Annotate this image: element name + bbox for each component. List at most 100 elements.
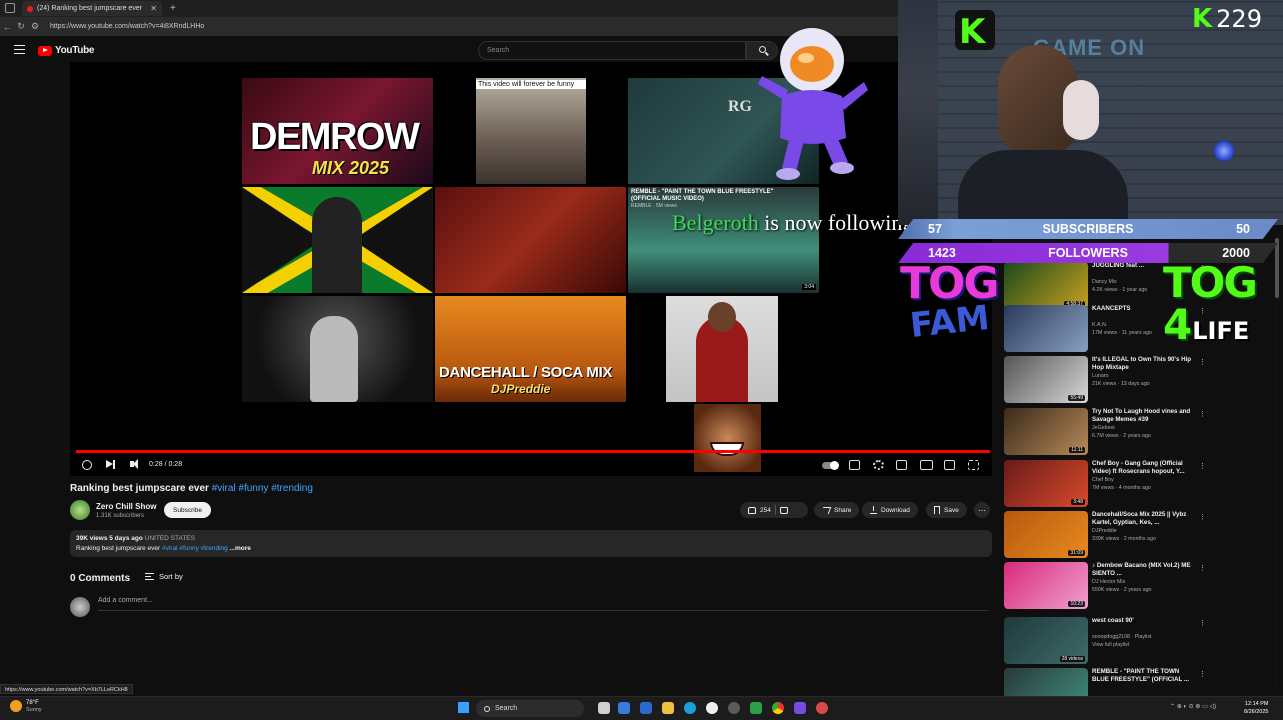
- miniplayer-icon[interactable]: [896, 460, 907, 470]
- description-more[interactable]: ...more: [230, 545, 251, 552]
- recommended-channel[interactable]: Lunaro: [1092, 373, 1109, 379]
- recommended-video[interactable]: 3:48 Chef Boy - Gang Gang (Official Video…: [1004, 460, 1206, 508]
- description-box[interactable]: 39K views 5 days ago UNITED STATES Ranki…: [70, 530, 992, 557]
- menu-icon[interactable]: [14, 45, 25, 54]
- media-icon[interactable]: [706, 702, 718, 714]
- demrow-mix-label: MIX 2025: [312, 158, 390, 178]
- recommended-video[interactable]: 31:09 Dancehall/Soca Mix 2025 || Vybz Kar…: [1004, 511, 1206, 559]
- windows-start-icon[interactable]: [458, 702, 469, 713]
- viewer-counter: K 229: [1192, 4, 1262, 34]
- video-player[interactable]: DEMROW MIX 2025 This video will forever …: [70, 28, 992, 476]
- more-actions-icon[interactable]: ⋯: [974, 502, 990, 518]
- more-options-icon[interactable]: ⋮: [1199, 619, 1206, 627]
- clock[interactable]: 12:14 PM 8/26/2025: [1244, 701, 1268, 716]
- autoplay-toggle[interactable]: [822, 460, 839, 470]
- forever-caption: This video will forever be funny: [476, 80, 586, 89]
- edge-icon[interactable]: [618, 702, 630, 714]
- recommended-channel[interactable]: snoopdogg2108 · Playlist: [1092, 634, 1151, 640]
- recommended-channel[interactable]: DJPreddie: [1092, 528, 1117, 534]
- recommended-title[interactable]: It's ILLEGAL to Own This 90's Hip Hop Mi…: [1092, 356, 1192, 372]
- description-tags[interactable]: #viral #funny #trending: [162, 545, 228, 552]
- sun-icon: [10, 700, 22, 713]
- taskbar-search[interactable]: Search: [476, 700, 584, 717]
- tab-actions-icon[interactable]: [5, 3, 15, 13]
- recommended-title[interactable]: REMBLE - "PAINT THE TOWN BLUE FREESTYLE"…: [1092, 668, 1192, 684]
- recommended-thumbnail[interactable]: 3:48: [1004, 460, 1088, 507]
- theater-mode-icon[interactable]: [920, 460, 933, 470]
- more-options-icon[interactable]: ⋮: [1199, 564, 1206, 572]
- recommended-views: 550K views · 2 years ago: [1092, 587, 1152, 593]
- recommended-thumbnail[interactable]: 55:49: [1004, 356, 1088, 403]
- like-icon[interactable]: [748, 506, 756, 514]
- recommended-thumbnail[interactable]: [1004, 305, 1088, 352]
- more-options-icon[interactable]: ⋮: [1199, 410, 1206, 418]
- video-title-tags[interactable]: #viral #funny #trending: [212, 483, 313, 494]
- recommended-video[interactable]: 10:23 ♪ Dembow Bacano (MIX Vol.2) ME SIEN…: [1004, 562, 1206, 610]
- recommended-video[interactable]: 55:49 It's ILLEGAL to Own This 90's Hip H…: [1004, 356, 1206, 404]
- download-button[interactable]: Download: [862, 502, 918, 518]
- cast-icon[interactable]: [944, 460, 955, 470]
- recommended-channel[interactable]: DJ Hector Mix: [1092, 579, 1125, 585]
- dancehall-title: DANCEHALL / SOCA MIX: [439, 364, 613, 381]
- system-tray-icons[interactable]: ⌃ ⊕ ◐ ⊙ ⊛ ▭ ◁): [1170, 703, 1216, 710]
- channel-name[interactable]: Zero Chill Show: [96, 502, 156, 511]
- settings-icon[interactable]: [873, 460, 884, 470]
- recommended-title[interactable]: Try Not To Laugh Hood vines and Savage M…: [1092, 408, 1192, 424]
- recommended-video[interactable]: 28 videos west coast 90' snoopdogg2108 · P…: [1004, 617, 1206, 665]
- recommended-thumbnail[interactable]: 28 videos: [1004, 617, 1088, 664]
- fullscreen-icon[interactable]: [968, 460, 979, 470]
- more-options-icon[interactable]: ⋮: [1199, 513, 1206, 521]
- captions-icon[interactable]: [849, 460, 860, 470]
- recommended-views: 21K views · 13 days ago: [1092, 381, 1150, 387]
- add-comment-input[interactable]: Add a comment...: [98, 597, 988, 611]
- recommended-channel[interactable]: K.A.N.: [1092, 322, 1107, 328]
- chrome-icon[interactable]: [772, 702, 784, 714]
- task-view-icon[interactable]: [598, 702, 610, 714]
- like-count[interactable]: 254: [760, 507, 771, 514]
- recommended-title[interactable]: Dancehall/Soca Mix 2025 || Vybz Kartel, …: [1092, 511, 1192, 527]
- dislike-icon[interactable]: [779, 506, 788, 514]
- recommended-video[interactable]: 11:11 Try Not To Laugh Hood vines and Sav…: [1004, 408, 1206, 456]
- volume-icon[interactable]: [130, 459, 138, 469]
- browser-edge-icon[interactable]: [684, 702, 696, 714]
- recommended-thumbnail[interactable]: 10:23: [1004, 562, 1088, 609]
- browser-tab[interactable]: (24) Ranking best jumpscare ever ✕: [22, 1, 162, 16]
- xbox-icon[interactable]: [728, 702, 740, 714]
- clock-date: 8/26/2025: [1244, 708, 1269, 715]
- recommended-title[interactable]: west coast 90': [1092, 617, 1192, 625]
- replay-icon[interactable]: [82, 460, 92, 470]
- recommended-thumbnail[interactable]: 11:11: [1004, 408, 1088, 455]
- progress-bar[interactable]: [76, 450, 990, 453]
- recommended-thumbnail[interactable]: 4:58:37: [1004, 262, 1088, 309]
- back-icon[interactable]: ←: [0, 22, 14, 32]
- more-options-icon[interactable]: ⋮: [1199, 670, 1206, 678]
- site-info-icon[interactable]: ⚙: [28, 21, 42, 32]
- recommended-duration: 28 videos: [1059, 656, 1085, 662]
- discord-icon[interactable]: [794, 702, 806, 714]
- channel-avatar[interactable]: [70, 500, 90, 520]
- subscribe-button[interactable]: Subscribe: [164, 502, 211, 518]
- share-button[interactable]: Share: [814, 502, 860, 518]
- recommended-channel[interactable]: Dancy Mix: [1092, 279, 1117, 285]
- store-icon[interactable]: [640, 702, 652, 714]
- reload-icon[interactable]: ↻: [14, 21, 28, 32]
- search-input[interactable]: Search: [478, 41, 746, 60]
- more-options-icon[interactable]: ⋮: [1199, 358, 1206, 366]
- save-button[interactable]: Save: [926, 502, 967, 518]
- recommended-title[interactable]: ♪ Dembow Bacano (MIX Vol.2) ME SIENTO ..…: [1092, 562, 1192, 578]
- obs-icon[interactable]: [816, 702, 828, 714]
- url-field[interactable]: https://www.youtube.com/watch?v=4i8XRndL…: [50, 23, 204, 30]
- sort-button[interactable]: Sort by: [145, 572, 183, 581]
- recommended-thumbnail[interactable]: 31:09: [1004, 511, 1088, 558]
- recommended-channel[interactable]: Chef Boy: [1092, 477, 1114, 483]
- new-tab-icon[interactable]: +: [170, 3, 176, 14]
- close-tab-icon[interactable]: ✕: [150, 4, 157, 13]
- recommended-title[interactable]: Chef Boy - Gang Gang (Official Video) ft…: [1092, 460, 1192, 476]
- more-options-icon[interactable]: ⋮: [1199, 462, 1206, 470]
- weather-widget[interactable]: 78°F Sunny: [10, 700, 42, 713]
- next-icon[interactable]: [106, 459, 115, 469]
- app-icon[interactable]: [750, 702, 762, 714]
- file-explorer-icon[interactable]: [662, 702, 674, 714]
- recommended-channel[interactable]: JeGebest: [1092, 425, 1115, 431]
- youtube-logo[interactable]: YouTube: [38, 45, 95, 56]
